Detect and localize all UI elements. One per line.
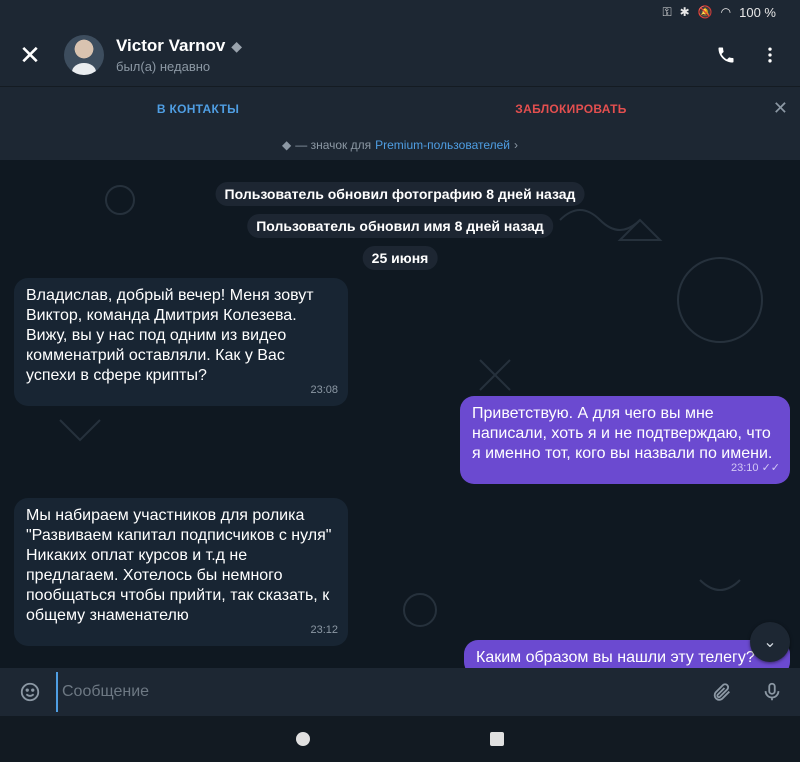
- close-icon[interactable]: ✕: [0, 25, 60, 85]
- contact-name: Victor Varnov: [116, 36, 226, 55]
- block-button[interactable]: ЗАБЛОКИРОВАТЬ: [396, 102, 746, 116]
- premium-small-icon: ◆: [282, 138, 292, 152]
- service-message: Пользователь обновил фотографию 8 дней н…: [215, 182, 585, 206]
- bluetooth-icon: ✱: [679, 5, 690, 19]
- attach-icon[interactable]: [710, 680, 734, 704]
- premium-badge-icon: ◆: [231, 37, 243, 54]
- recents-button[interactable]: [490, 732, 504, 746]
- message-outgoing[interactable]: Каким образом вы нашли эту телегу?: [464, 640, 790, 668]
- input-bar: [0, 668, 800, 716]
- message-text: Мы набираем участников для ролика "Разви…: [26, 507, 332, 624]
- message-incoming[interactable]: Мы набираем участников для ролика "Разви…: [14, 498, 348, 646]
- message-outgoing[interactable]: Приветствую. А для чего вы мне написали,…: [460, 396, 790, 484]
- wifi-icon: ◠: [720, 5, 732, 19]
- home-button[interactable]: [296, 732, 310, 746]
- message-input[interactable]: [56, 672, 710, 712]
- last-seen: был(а) недавно: [116, 59, 211, 74]
- dismiss-icon[interactable]: ✕: [773, 98, 788, 119]
- premium-prefix: — значок для: [295, 138, 372, 152]
- message-time: 23:10 ✓✓: [730, 462, 780, 474]
- title-block[interactable]: Victor Varnov ◆ был(а) недавно: [116, 36, 242, 74]
- premium-banner[interactable]: ◆ — значок для Premium-пользователей ›: [0, 130, 800, 160]
- action-bar: В КОНТАКТЫ ЗАБЛОКИРОВАТЬ ✕: [0, 86, 800, 130]
- read-checks-icon: ✓✓: [761, 462, 780, 474]
- chat-area[interactable]: Пользователь обновил фотографию 8 дней н…: [0, 160, 800, 668]
- date-separator: 25 июня: [362, 246, 438, 270]
- system-nav-bar: [0, 716, 800, 762]
- chat-header: ✕ Victor Varnov ◆ был(а) недавно: [0, 24, 800, 86]
- battery-text: 100 %: [739, 4, 776, 20]
- message-text: Каким образом вы нашли эту телегу?: [476, 649, 755, 666]
- more-icon[interactable]: [758, 43, 782, 67]
- mute-icon: 🔕: [697, 5, 713, 19]
- message-time: 23:08: [310, 384, 338, 396]
- chevron-right-icon: ›: [514, 138, 518, 152]
- phone-icon[interactable]: [714, 43, 738, 67]
- message-text: Владислав, добрый вечер! Меня зовут Викт…: [26, 287, 314, 384]
- emoji-icon[interactable]: [8, 681, 52, 703]
- chevron-down-icon: ⌄: [763, 634, 777, 651]
- avatar[interactable]: [64, 35, 104, 75]
- service-message: Пользователь обновил имя 8 дней назад: [247, 214, 553, 238]
- scroll-down-button[interactable]: ⌄: [750, 622, 790, 662]
- premium-link[interactable]: Premium-пользователей: [375, 138, 510, 152]
- message-time: 23:12: [310, 624, 338, 636]
- message-incoming[interactable]: Владислав, добрый вечер! Меня зовут Викт…: [14, 278, 348, 406]
- key-icon: ⚿: [662, 4, 672, 19]
- add-contact-button[interactable]: В КОНТАКТЫ: [0, 102, 396, 116]
- microphone-icon[interactable]: [760, 680, 784, 704]
- message-text: Приветствую. А для чего вы мне написали,…: [472, 405, 773, 462]
- status-bar: ⚿ ✱ 🔕 ◠ 100 %: [0, 0, 800, 24]
